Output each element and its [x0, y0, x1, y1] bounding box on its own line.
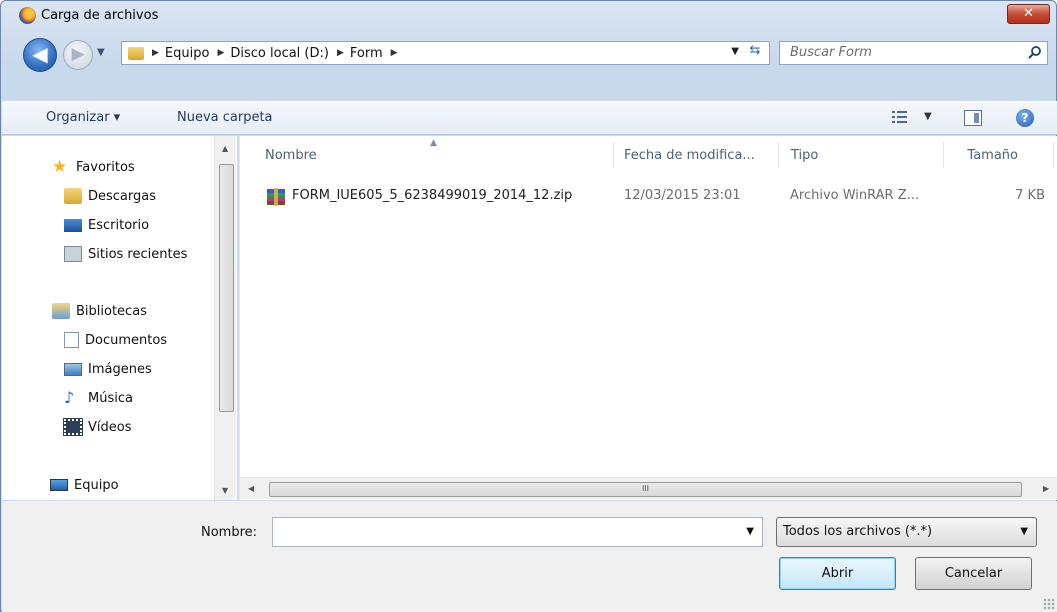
sidebar-item-sitios-recientes[interactable]: Sitios recientes: [64, 243, 187, 265]
sidebar-item-descargas[interactable]: Descargas: [64, 185, 156, 207]
chevron-down-icon[interactable]: ▼: [731, 46, 739, 57]
libraries-icon: [52, 303, 70, 319]
search-input[interactable]: Buscar Form: [790, 45, 872, 60]
new-folder-button[interactable]: Nueva carpeta: [177, 110, 273, 125]
sidebar-item-videos[interactable]: Vídeos: [63, 416, 132, 438]
music-icon: ♪: [64, 388, 75, 407]
file-name-label: Nombre:: [201, 525, 258, 540]
sidebar-item-label: Escritorio: [88, 217, 150, 233]
chevron-right-icon[interactable]: ▶: [337, 48, 344, 58]
sidebar-item-favoritos[interactable]: ★ Favoritos: [52, 156, 135, 178]
navigation-pane: ★ Favoritos Descargas Escritorio Sitios …: [2, 136, 237, 500]
address-bar[interactable]: ▶ Equipo ▶ Disco local (D:) ▶ Form ▶ ▼ ⇆: [121, 41, 770, 65]
chevron-down-icon[interactable]: ▼: [1020, 526, 1028, 537]
file-name: FORM_IUE605_5_6238499019_2014_12.zip: [292, 188, 573, 203]
column-divider[interactable]: [778, 142, 779, 168]
sidebar-item-label: Documentos: [85, 332, 168, 348]
recent-locations-dropdown[interactable]: ▼: [97, 47, 105, 58]
back-button[interactable]: ◀: [23, 38, 57, 72]
chevron-down-icon[interactable]: ▼: [924, 111, 932, 122]
window-title: Carga de archivos: [41, 8, 159, 23]
views-icon[interactable]: [892, 110, 908, 124]
chevron-right-icon[interactable]: ▶: [152, 48, 159, 58]
videos-icon: [63, 418, 83, 436]
file-type-value: Todos los archivos (*.*): [783, 524, 933, 539]
title-bar: Carga de archivos ✕: [1, 1, 1056, 33]
scroll-left-arrow[interactable]: ◀: [248, 484, 254, 493]
documents-icon: [64, 332, 79, 348]
sidebar-item-label: Imágenes: [88, 361, 152, 377]
scroll-right-arrow[interactable]: ▶: [1043, 484, 1049, 493]
star-icon: ★: [52, 157, 68, 177]
cancel-button[interactable]: Cancelar: [915, 557, 1032, 590]
file-type-filter[interactable]: Todos los archivos (*.*) ▼: [776, 517, 1037, 547]
firefox-icon: [19, 7, 36, 24]
sidebar-item-label: Bibliotecas: [76, 303, 147, 319]
preview-pane-icon[interactable]: [964, 110, 982, 126]
scroll-up-arrow[interactable]: ▲: [222, 144, 228, 153]
sidebar-item-label: Sitios recientes: [88, 246, 188, 262]
sort-ascending-icon: ▲: [430, 138, 437, 148]
chevron-down-icon[interactable]: ▼: [746, 526, 754, 537]
refresh-icon[interactable]: ⇆: [743, 43, 767, 63]
downloads-icon: [64, 188, 82, 204]
help-icon[interactable]: ?: [1016, 109, 1034, 127]
column-divider[interactable]: [1053, 142, 1054, 168]
organize-menu[interactable]: Organizar ▾: [46, 110, 120, 125]
resize-grip[interactable]: [1043, 598, 1055, 610]
breadcrumb-equipo[interactable]: Equipo: [165, 46, 210, 61]
column-divider[interactable]: [613, 142, 614, 168]
forward-button[interactable]: ▶: [63, 40, 93, 70]
file-name-input[interactable]: ▼: [272, 517, 763, 547]
sidebar-item-imagenes[interactable]: Imágenes: [64, 358, 152, 380]
horizontal-scrollbar[interactable]: ◀ III ▶: [240, 477, 1057, 499]
sidebar-scroll-thumb[interactable]: [219, 164, 234, 412]
dialog-footer: Nombre: ▼ Todos los archivos (*.*) ▼ Abr…: [2, 501, 1057, 612]
column-header-tamano[interactable]: Tamaño: [944, 148, 1018, 163]
recent-places-icon: [64, 246, 82, 262]
file-dialog: Carga de archivos ✕ ◀ ▶ ▼ ▶ Equipo ▶ Dis…: [0, 0, 1057, 612]
sidebar-item-label: Vídeos: [88, 419, 132, 435]
breadcrumb-form[interactable]: Form: [350, 46, 383, 61]
sidebar-item-equipo[interactable]: Equipo: [50, 474, 119, 496]
file-type: Archivo WinRAR Z...: [790, 188, 920, 203]
column-header-fecha[interactable]: Fecha de modifica...: [624, 148, 755, 163]
file-date: 12/03/2015 23:01: [624, 188, 741, 203]
pictures-icon: [64, 362, 82, 376]
sidebar-item-label: Descargas: [88, 188, 157, 204]
search-icon[interactable]: [1028, 45, 1042, 59]
navigation-bar: ◀ ▶ ▼ ▶ Equipo ▶ Disco local (D:) ▶ Form…: [1, 33, 1056, 75]
sidebar-item-label: Música: [88, 390, 133, 406]
horizontal-scroll-thumb[interactable]: III: [269, 482, 1022, 497]
column-header-tipo[interactable]: Tipo: [791, 148, 818, 163]
desktop-icon: [64, 218, 82, 232]
sidebar-item-label: Favoritos: [76, 159, 135, 175]
open-button[interactable]: Abrir: [779, 557, 896, 590]
computer-icon: [50, 479, 68, 491]
sidebar-item-label: Equipo: [74, 477, 119, 493]
sidebar-scrollbar[interactable]: ▲ ▼: [214, 136, 236, 500]
sidebar-item-documentos[interactable]: Documentos: [64, 329, 167, 351]
winrar-archive-icon: [267, 188, 285, 206]
folder-icon: [128, 46, 144, 60]
column-header-nombre[interactable]: Nombre: [265, 148, 317, 163]
search-box[interactable]: Buscar Form: [779, 41, 1048, 65]
close-button[interactable]: ✕: [1007, 4, 1050, 24]
sidebar-item-escritorio[interactable]: Escritorio: [64, 214, 149, 236]
chevron-right-icon[interactable]: ▶: [217, 48, 224, 58]
table-row[interactable]: FORM_IUE605_5_6238499019_2014_12.zip 12/…: [262, 186, 1052, 208]
chevron-right-icon[interactable]: ▶: [391, 48, 398, 58]
file-size: 7 KB: [1015, 188, 1045, 203]
breadcrumb-disco-local[interactable]: Disco local (D:): [230, 46, 329, 61]
scroll-down-arrow[interactable]: ▼: [222, 486, 228, 495]
file-list: ▲ Nombre Fecha de modifica... Tipo Tamañ…: [239, 136, 1057, 500]
sidebar-item-musica[interactable]: ♪ Música: [64, 387, 133, 409]
sidebar-item-bibliotecas[interactable]: Bibliotecas: [52, 300, 147, 322]
command-toolbar: Organizar ▾ Nueva carpeta ▼ ?: [2, 101, 1057, 135]
